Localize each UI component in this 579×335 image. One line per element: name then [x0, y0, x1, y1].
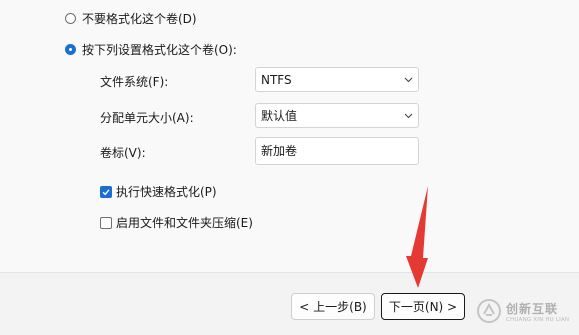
watermark-subtitle: CHUANG XIN HU LIAN — [506, 316, 570, 323]
watermark-logo: 创新互联 CHUANG XIN HU LIAN — [476, 298, 569, 324]
logo-mark-icon — [477, 299, 501, 323]
annotation-arrow-icon — [406, 186, 428, 288]
watermark-name: 创新互联 — [506, 301, 559, 316]
